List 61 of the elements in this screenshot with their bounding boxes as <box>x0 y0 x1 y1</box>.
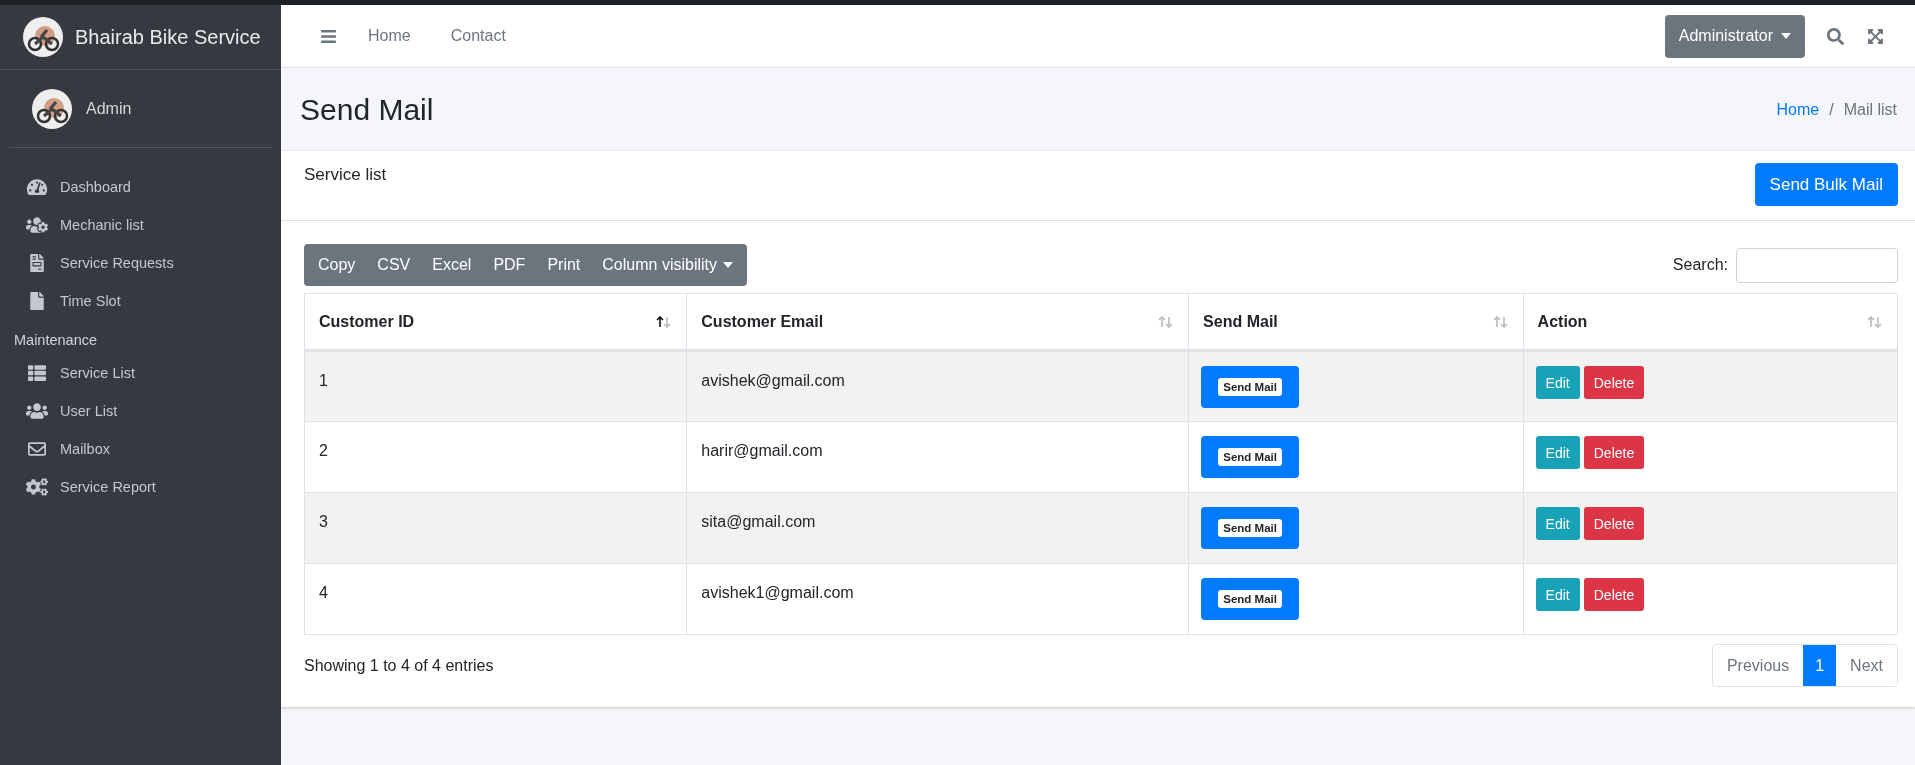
table-cell: avishek1@gmail.com <box>686 563 1189 635</box>
sidebar-item[interactable]: Mechanic list <box>0 206 281 244</box>
sidebar-item[interactable]: Service List <box>0 354 281 392</box>
column-title: Send Mail <box>1203 312 1278 331</box>
delete-button[interactable]: Delete <box>1583 436 1645 469</box>
delete-button[interactable]: Delete <box>1583 507 1645 540</box>
sidebar-item[interactable]: User List <box>0 392 281 430</box>
bulk-mail-button[interactable]: Send Bulk Mail <box>1754 163 1898 206</box>
table-cell: avishek@gmail.com <box>686 350 1189 422</box>
menu-icon <box>319 27 337 45</box>
nav-icon <box>26 402 48 420</box>
sidebar-item[interactable]: Service Report <box>0 468 281 506</box>
breadcrumb-separator: / <box>1829 100 1834 119</box>
send-mail-button[interactable]: Send Mail <box>1201 507 1300 549</box>
table-cell: harir@gmail.com <box>686 421 1189 493</box>
sidebar-item[interactable]: Time Slot <box>0 282 281 320</box>
nav-icon <box>26 178 48 196</box>
sidebar-item[interactable]: Mailbox <box>0 430 281 468</box>
table-cell: 4 <box>304 563 687 635</box>
search-icon <box>1826 27 1844 45</box>
column-title: Customer ID <box>319 312 415 331</box>
delete-button[interactable]: Delete <box>1583 366 1645 399</box>
card-title: Service list <box>304 164 387 186</box>
nav-link[interactable]: Contact <box>430 27 526 45</box>
send-mail-button[interactable]: Send Mail <box>1201 436 1300 478</box>
delete-button[interactable]: Delete <box>1583 578 1645 611</box>
search-label: Search: <box>1672 256 1728 274</box>
edit-button[interactable]: Edit <box>1535 366 1580 399</box>
sidebar-item[interactable]: Service Requests <box>0 244 281 282</box>
nav-icon <box>26 478 48 496</box>
column-title: Customer Email <box>701 312 824 331</box>
table-info: Showing 1 to 4 of 4 entries <box>304 656 494 675</box>
caret-icon <box>1781 33 1791 39</box>
table-cell: 1 <box>304 350 687 422</box>
send-mail-button[interactable]: Send Mail <box>1201 578 1300 620</box>
logo-icon <box>32 88 72 129</box>
column-title: Action <box>1537 312 1588 331</box>
nav-icon <box>26 440 48 458</box>
brand-name: Bhairab Bike Service <box>75 25 261 49</box>
breadcrumb-link[interactable]: Home <box>1776 100 1820 119</box>
caret-icon <box>723 262 733 268</box>
edit-button[interactable]: Edit <box>1535 578 1580 611</box>
logo-icon <box>23 17 63 57</box>
user-name[interactable]: Admin <box>86 99 132 118</box>
table-cell: sita@gmail.com <box>686 492 1189 564</box>
table-cell: 2 <box>304 421 687 493</box>
expand-icon <box>1866 27 1884 45</box>
page-title: Send Mail <box>300 92 434 127</box>
send-mail-button[interactable]: Send Mail <box>1201 366 1300 408</box>
table-cell: 3 <box>304 492 687 564</box>
nav-icon <box>26 364 48 382</box>
nav-icon <box>26 216 48 234</box>
page-button[interactable]: 1 <box>1803 645 1837 686</box>
nav-header: Maintenance <box>13 331 99 350</box>
current-page-label: Mail list <box>1843 100 1897 119</box>
edit-button[interactable]: Edit <box>1535 507 1580 540</box>
nav-link[interactable]: Home <box>348 27 431 45</box>
user-dropdown[interactable]: Administrator <box>1664 14 1805 58</box>
sidebar-item[interactable]: Dashboard <box>0 168 281 206</box>
search-field[interactable] <box>1736 247 1898 283</box>
edit-button[interactable]: Edit <box>1535 436 1580 469</box>
